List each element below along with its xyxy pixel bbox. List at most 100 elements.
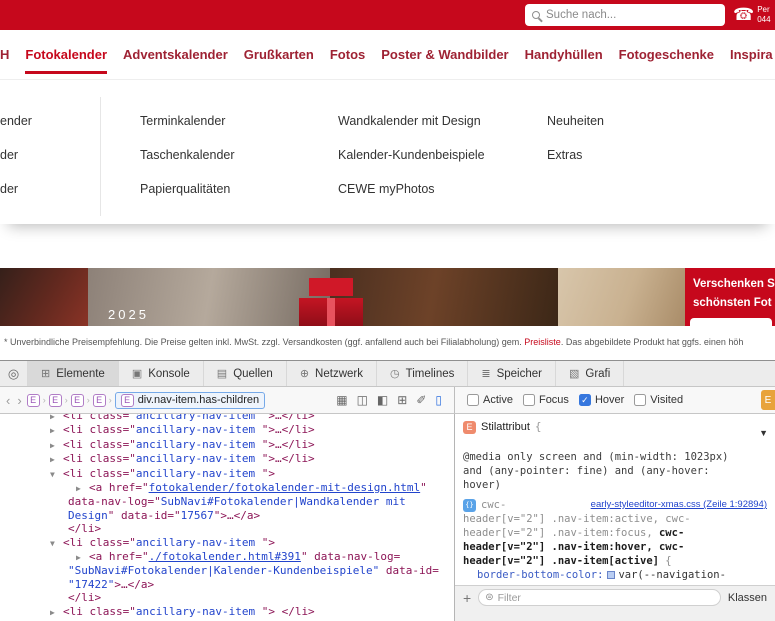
inspector-content: ▶<li class="ancillary-nav-item ">…</li>▶… <box>0 414 775 621</box>
expand-icon[interactable]: ▶ <box>50 453 63 466</box>
dom-tree-line[interactable]: ▶<li class="ancillary-nav-item "> </li> <box>0 605 454 619</box>
dom-tree-line[interactable]: "SubNavi#Fotokalender|Kalender-Kundenbei… <box>0 564 454 577</box>
dom-tree-line[interactable]: data-nav-log="SubNavi#Fotokalender|Wandk… <box>0 495 454 508</box>
styles-filter-field[interactable]: ⊜ <box>478 589 721 606</box>
site-search[interactable] <box>525 4 725 26</box>
dom-token: <li class=" <box>63 467 136 480</box>
styles-filter-bar: + ⊜ Klassen <box>455 585 775 609</box>
pseudo-visited-checkbox[interactable]: Visited <box>634 394 683 406</box>
scroll-indicator-icon[interactable]: ▼ <box>759 428 768 438</box>
stylesheet-source-link[interactable]: early-styleeditor-xmas.css (Zeile 1:9289… <box>591 498 767 512</box>
dom-tree-line[interactable]: </li> <box>0 522 454 535</box>
dom-tree-line[interactable]: ▶<li class="ancillary-nav-item ">…</li> <box>0 452 454 466</box>
megamenu-item[interactable]: Papierqualitäten <box>140 179 235 199</box>
breadcrumb-element-badge[interactable]: E <box>27 394 40 407</box>
nav-item-gru-karten[interactable]: Grußkarten <box>244 30 314 79</box>
collapse-icon[interactable]: ▼ <box>50 468 63 481</box>
css-selector-line[interactable]: header[v="2"] .nav-item[active] { <box>463 554 767 568</box>
expand-icon[interactable]: ▶ <box>50 606 63 619</box>
css-selector-line[interactable]: header[v="2"] .nav-item:focus, cwc- <box>463 526 767 540</box>
dom-tree-line[interactable]: ▼<li class="ancillary-nav-item "> <box>0 467 454 481</box>
pseudo-active-checkbox[interactable]: Active <box>467 394 513 406</box>
inspector-tab-storage[interactable]: ≣Speicher <box>468 361 556 386</box>
megamenu-item[interactable]: Wandkalender mit Design <box>338 111 485 131</box>
add-rule-button[interactable]: + <box>463 591 471 605</box>
dom-tree-line[interactable]: </li> <box>0 591 454 604</box>
nav-item-adventskalender[interactable]: Adventskalender <box>123 30 228 79</box>
media-query-text: @media only screen and (min-width: 1023p… <box>463 450 767 492</box>
element-picker-icon[interactable]: ◎ <box>0 361 28 386</box>
inspector-tabs: ⊞Elemente▣Konsole▤Quellen⊕Netzwerk◷Timel… <box>28 361 624 386</box>
dom-tree-line[interactable]: ▶<li class="ancillary-nav-item ">…</li> <box>0 414 454 423</box>
css-selector-line[interactable]: header[v="2"] .nav-item:active, cwc- <box>463 512 767 526</box>
megamenu-item[interactable]: ender <box>0 111 32 131</box>
selected-node-crumb[interactable]: E div.nav-item.has-children <box>115 392 265 409</box>
back-icon[interactable]: ‹ <box>4 393 12 408</box>
collapse-icon[interactable]: ▼ <box>50 537 63 550</box>
megamenu-item[interactable]: CEWE myPhotos <box>338 179 485 199</box>
dom-tree-line[interactable]: Design" data-id="17567">…</a> <box>0 509 454 522</box>
draw-icon[interactable]: ✐ <box>416 393 426 407</box>
color-swatch-icon[interactable] <box>607 571 615 579</box>
dom-tree-line[interactable]: ▶<li class="ancillary-nav-item ">…</li> <box>0 438 454 452</box>
megamenu-item[interactable]: Kalender-Kundenbeispiele <box>338 145 485 165</box>
inline-style-rule[interactable]: E Stilattribut { <box>463 420 767 434</box>
expand-icon[interactable]: ▶ <box>76 551 89 564</box>
megamenu-item[interactable]: Neuheiten <box>547 111 604 131</box>
pseudo-hover-checkbox[interactable]: ✓Hover <box>579 394 624 406</box>
nav-item-h[interactable]: H <box>0 30 9 79</box>
columns-icon[interactable]: ◧ <box>377 393 388 407</box>
classes-button[interactable]: Klassen <box>728 592 767 604</box>
promo-banner[interactable]: Verschenken S schönsten Fot 2025 <box>0 268 775 326</box>
nav-item-inspira[interactable]: Inspira <box>730 30 773 79</box>
css-property-line[interactable]: border-bottom-color:var(--navigation- <box>463 568 767 582</box>
megamenu-item[interactable]: Taschenkalender <box>140 145 235 165</box>
dom-tree-line[interactable]: "17422">…</a> <box>0 578 454 591</box>
megamenu-item[interactable]: der <box>0 179 32 199</box>
preisliste-link[interactable]: Preisliste <box>524 337 561 347</box>
print-icon[interactable]: ◫ <box>357 393 368 407</box>
search-input[interactable] <box>546 9 718 21</box>
layout-icon[interactable]: ▦ <box>336 393 347 407</box>
dom-tree-line[interactable]: ▼<li class="ancillary-nav-item "> <box>0 536 454 550</box>
inspector-tab-console[interactable]: ▣Konsole <box>119 361 204 386</box>
breadcrumb-element-badge[interactable]: E <box>71 394 84 407</box>
inspector-tab-graphics[interactable]: ▧Grafi <box>556 361 624 386</box>
nav-item-handyh-llen[interactable]: Handyhüllen <box>525 30 603 79</box>
sidebar-tab-e[interactable]: E <box>761 390 775 410</box>
expand-icon[interactable]: ▶ <box>76 482 89 495</box>
megamenu-item[interactable]: der <box>0 145 32 165</box>
dom-token: data-id= <box>379 564 439 577</box>
inspector-tab-elements[interactable]: ⊞Elemente <box>28 361 119 386</box>
nav-item-fotos[interactable]: Fotos <box>330 30 365 79</box>
inspector-tab-timelines[interactable]: ◷Timelines <box>377 361 468 386</box>
dom-tree-line[interactable]: ▶<li class="ancillary-nav-item ">…</li> <box>0 423 454 437</box>
megamenu-item[interactable]: Extras <box>547 145 604 165</box>
nav-item-fotokalender[interactable]: Fotokalender <box>25 30 107 79</box>
banner-cta-button[interactable] <box>690 318 772 326</box>
device-icon[interactable]: ▯ <box>435 393 442 407</box>
pseudo-focus-checkbox[interactable]: Focus <box>523 394 569 406</box>
expand-icon[interactable]: ▶ <box>50 414 63 423</box>
promo-line-1: Verschenken S <box>693 275 775 294</box>
breadcrumb-element-badge[interactable]: E <box>49 394 62 407</box>
contact-phone[interactable]: ☎ Per 044 <box>733 2 771 28</box>
expand-icon[interactable]: ▶ <box>50 439 63 452</box>
breadcrumb-element-badge[interactable]: E <box>93 394 106 407</box>
megamenu-item[interactable]: Terminkalender <box>140 111 235 131</box>
styles-filter-input[interactable] <box>498 592 714 604</box>
expand-icon[interactable]: ▶ <box>50 424 63 437</box>
inspector-tab-network[interactable]: ⊕Netzwerk <box>287 361 377 386</box>
css-selector-line[interactable]: header[v="2"] .nav-item:hover, cwc- <box>463 540 767 554</box>
nav-item-fotogeschenke[interactable]: Fotogeschenke <box>619 30 714 79</box>
dom-tree-line[interactable]: ▶<a href="fotokalender/fotokalender-mit-… <box>0 481 454 495</box>
dom-token: ancillary-nav-item <box>136 467 262 480</box>
dom-tree-line[interactable]: ▶<a href="./fotokalender.html#391" data-… <box>0 550 454 564</box>
forward-icon[interactable]: › <box>15 393 23 408</box>
megamenu-column: ender der der <box>0 111 32 199</box>
tiles-icon[interactable]: ⊞ <box>397 393 407 407</box>
phone-text-top: Per <box>757 5 769 14</box>
nav-item-poster-wandbilder[interactable]: Poster & Wandbilder <box>381 30 508 79</box>
dom-token: " <box>420 481 427 494</box>
inspector-tab-sources[interactable]: ▤Quellen <box>204 361 287 386</box>
